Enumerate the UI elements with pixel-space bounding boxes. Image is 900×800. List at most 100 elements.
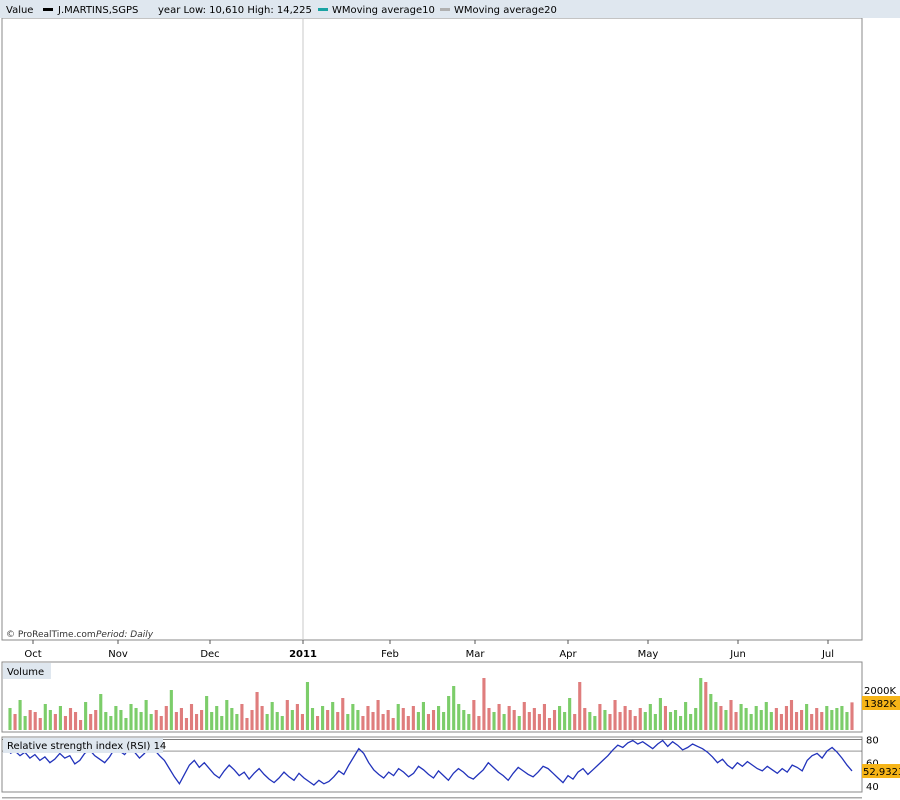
volume-bar-down xyxy=(159,716,163,730)
volume-bar-up xyxy=(99,694,103,730)
volume-bar-down xyxy=(583,708,587,730)
volume-bar-up xyxy=(643,712,647,730)
volume-bar-up xyxy=(805,704,809,730)
volume-bar-up xyxy=(321,706,325,730)
volume-bar-down xyxy=(53,714,57,730)
legend-instrument-swatch xyxy=(43,8,53,11)
volume-bar-up xyxy=(18,700,22,730)
volume-bar-down xyxy=(608,714,612,730)
volume-bar-down xyxy=(164,706,168,730)
volume-bar-up xyxy=(492,712,496,730)
volume-bar-up xyxy=(84,702,88,730)
volume-bar-up xyxy=(149,714,153,730)
x-tick-label: Dec xyxy=(200,649,219,660)
volume-bar-down xyxy=(547,718,552,730)
volume-bar-down xyxy=(68,708,73,730)
volume-bar-down xyxy=(79,720,83,730)
volume-bar-down xyxy=(552,710,557,730)
volume-bar-down xyxy=(315,716,320,730)
volume-bar-up xyxy=(310,708,315,730)
volume-bar-down xyxy=(578,682,582,730)
volume-bar-up xyxy=(679,716,683,730)
volume-bar-down xyxy=(487,708,491,730)
volume-bar-up xyxy=(331,702,335,730)
volume-bar-up xyxy=(769,712,773,730)
volume-bar-up xyxy=(442,712,446,730)
legend-bar: Value J.MARTINS,SGPS year Low: 10,610 Hi… xyxy=(0,0,900,18)
volume-bar-up xyxy=(215,706,219,730)
volume-bar-down xyxy=(189,704,194,730)
rsi-tick-label: 80 xyxy=(866,735,879,746)
volume-bar-down xyxy=(250,710,254,730)
volume-bar-up xyxy=(744,708,748,730)
volume-bar-down xyxy=(472,700,476,730)
volume-bar-down xyxy=(376,700,380,730)
volume-bar-up xyxy=(139,712,143,730)
volume-bar-down xyxy=(300,714,304,730)
volume-bar-up xyxy=(109,716,113,730)
volume-bar-up xyxy=(23,716,27,730)
volume-bar-down xyxy=(532,708,536,730)
volume-bar-down xyxy=(537,714,541,730)
volume-bar-down xyxy=(33,712,37,730)
volume-bar-down xyxy=(784,706,789,730)
volume-bar-down xyxy=(366,706,370,730)
rsi-tick-label: 40 xyxy=(866,782,879,793)
volume-bar-up xyxy=(714,702,718,730)
volume-bar-up xyxy=(265,714,269,730)
volume-bar-down xyxy=(638,708,642,730)
volume-bar-up xyxy=(210,712,214,730)
volume-bar-down xyxy=(810,714,814,730)
volume-bar-up xyxy=(290,710,294,730)
volume-bar-down xyxy=(704,682,708,730)
volume-bar-down xyxy=(598,704,602,730)
legend-ma20: WMoving average20 xyxy=(454,5,557,16)
volume-bar-down xyxy=(194,714,199,730)
volume-bar-up xyxy=(759,710,763,730)
volume-bar-down xyxy=(240,704,244,730)
volume-bar-up xyxy=(764,702,768,730)
volume-bar-down xyxy=(406,716,410,730)
volume-bar-up xyxy=(104,712,108,730)
volume-bar-up xyxy=(845,712,849,730)
volume-bar-up xyxy=(58,706,62,730)
volume-bar-down xyxy=(184,718,189,730)
volume-bar-up xyxy=(416,712,420,730)
volume-bar-up xyxy=(270,702,274,730)
volume-bar-down xyxy=(633,716,637,730)
volume-bar-up xyxy=(124,718,128,730)
volume-bar-down xyxy=(73,712,78,730)
volume-title: Volume xyxy=(7,667,44,678)
x-tick-label: Feb xyxy=(381,649,399,660)
source-credit: © ProRealTime.com xyxy=(6,630,96,640)
volume-bar-up xyxy=(119,710,123,730)
period-label: Period: Daily xyxy=(96,630,154,640)
volume-bar-down xyxy=(573,714,577,730)
volume-bar-up xyxy=(724,710,728,730)
volume-bar-up xyxy=(684,702,688,730)
volume-bar-down xyxy=(179,708,183,730)
volume-bar-up xyxy=(169,690,173,730)
x-tick-label: 2011 xyxy=(289,649,317,660)
volume-bar-up xyxy=(235,714,239,730)
volume-bar-up xyxy=(144,700,148,730)
x-tick-label: Apr xyxy=(559,649,577,660)
volume-bar-down xyxy=(512,710,516,730)
volume-bar-up xyxy=(563,712,567,730)
price-panel: 9,51010,51111,51212,51313,51413,295 OctN… xyxy=(1,17,863,660)
x-tick-label: Mar xyxy=(466,649,486,660)
volume-y-axis: 2000K 1382K xyxy=(862,686,900,710)
volume-bar-up xyxy=(502,714,506,730)
volume-bar-up xyxy=(709,694,713,730)
volume-bar-down xyxy=(734,712,738,730)
volume-bar-up xyxy=(699,678,703,730)
volume-bar-up xyxy=(462,710,466,730)
volume-bar-down xyxy=(295,704,299,730)
volume-bar-up xyxy=(225,700,229,730)
volume-bar-up xyxy=(436,706,441,730)
volume-bar-up xyxy=(447,696,451,730)
volume-bar-up xyxy=(8,708,12,730)
volume-bar-down xyxy=(89,714,93,730)
volume-bar-up xyxy=(305,682,310,730)
volume-bar-down xyxy=(663,706,668,730)
